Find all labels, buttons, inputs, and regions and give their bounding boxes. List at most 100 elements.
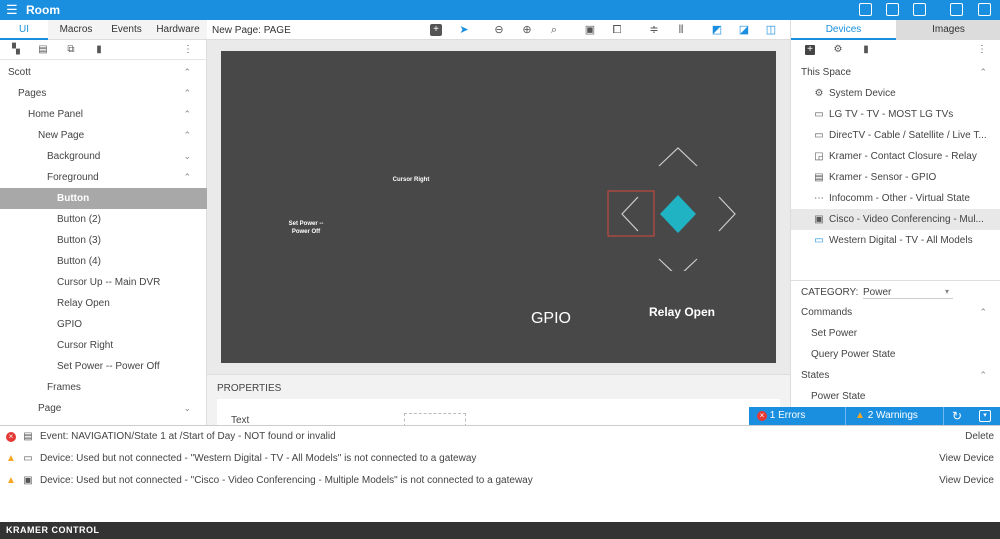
panel-icon[interactable]: ◫	[765, 24, 777, 36]
chevron-up-icon[interactable]: ⌃	[979, 365, 987, 386]
tree-item[interactable]: Background ⌄	[0, 146, 207, 167]
tree-item[interactable]: Pages ⌃	[0, 83, 207, 104]
device-item[interactable]: ◲ Kramer - Contact Closure - Relay	[791, 146, 1000, 167]
set-power-label-2[interactable]: Power Off	[271, 229, 341, 235]
trash-icon[interactable]: ▮	[861, 45, 871, 55]
save-icon[interactable]	[978, 3, 991, 16]
tree-item[interactable]: Scott ⌃	[0, 62, 207, 83]
more-icon[interactable]: ⋮	[977, 45, 987, 55]
tree-item[interactable]: Home Panel ⌃	[0, 104, 207, 125]
chevron-up-icon[interactable]: ⌃	[183, 83, 191, 104]
refresh-icon[interactable]: ↻	[952, 410, 962, 422]
device-module-icon[interactable]: ⚙	[833, 45, 843, 55]
this-space-header[interactable]: This Space ⌃	[791, 62, 1000, 83]
align-icon[interactable]: ▣	[584, 24, 596, 36]
command-set-power[interactable]: Set Power	[811, 323, 857, 344]
align-vertical-icon[interactable]: ⫴	[675, 24, 687, 36]
gpio-button[interactable]: GPIO	[521, 310, 581, 328]
chevron-down-icon[interactable]: ⌄	[183, 146, 191, 167]
tree-item[interactable]: Cursor Up -- Main DVR	[0, 272, 207, 293]
divider	[791, 280, 1000, 281]
tree-item[interactable]: Button (2)	[0, 209, 207, 230]
device-item[interactable]: ▭ DirecTV - Cable / Satellite / Live T...	[791, 125, 1000, 146]
trash-icon[interactable]: ▮	[94, 45, 104, 55]
layout-left-icon[interactable]	[859, 3, 872, 16]
monitor-icon: ▭	[23, 453, 33, 464]
tab-hardware[interactable]: Hardware	[149, 20, 207, 40]
relay-open-button[interactable]: Relay Open	[641, 305, 723, 319]
chevron-up-icon[interactable]: ⌃	[979, 302, 987, 323]
chevron-up-icon[interactable]: ⌃	[979, 62, 987, 83]
tree-item[interactable]: Cursor Right	[0, 335, 207, 356]
category-select[interactable]: Power ▾	[863, 287, 953, 299]
view-device-link[interactable]: View Device	[939, 448, 994, 470]
cursor-right-button[interactable]	[718, 196, 736, 232]
chevron-up-icon[interactable]: ⌃	[183, 62, 191, 83]
cursor-left-button[interactable]	[621, 196, 639, 232]
warnings-badge[interactable]: ▲ 2 Warnings	[855, 410, 918, 422]
dashboard-icon[interactable]: ▚	[11, 45, 21, 55]
state-power-state[interactable]: Power State	[811, 386, 865, 407]
bring-front-icon[interactable]: ◩	[711, 24, 723, 36]
tree-item[interactable]: Foreground ⌃	[0, 167, 207, 188]
cursor-right-label[interactable]: Cursor Right	[381, 177, 441, 183]
device-item[interactable]: ▣ Cisco - Video Conferencing - Mul...	[791, 209, 1000, 230]
tree-item[interactable]: Set Power -- Power Off	[0, 356, 207, 377]
dpad-control[interactable]	[601, 141, 751, 271]
tree-item[interactable]: New Page ⌃	[0, 125, 207, 146]
add-icon[interactable]: +	[430, 24, 442, 36]
delete-link[interactable]: Delete	[965, 426, 994, 448]
tree-item[interactable]: Frames	[0, 377, 207, 398]
tree-item[interactable]: Button (3)	[0, 230, 207, 251]
cursor-down-button[interactable]	[658, 258, 698, 271]
errors-badge[interactable]: × 1 Errors	[757, 410, 805, 422]
device-label: DirecTV - Cable / Satellite / Live T...	[829, 130, 987, 141]
tab-macros[interactable]: Macros	[48, 20, 104, 40]
tree-item[interactable]: Relay Open	[0, 293, 207, 314]
tree-item[interactable]: Button	[0, 188, 207, 209]
device-item[interactable]: ▭ LG TV - TV - MOST LG TVs	[791, 104, 1000, 125]
page-canvas[interactable]: Cursor Right Set Power -- Power Off GPIO…	[221, 51, 776, 363]
tab-devices[interactable]: Devices	[791, 20, 896, 40]
document-icon[interactable]: ▤	[38, 45, 48, 55]
ok-button[interactable]	[660, 195, 696, 233]
footer: KRAMER CONTROL	[0, 522, 1000, 539]
layout-right-icon[interactable]	[913, 3, 926, 16]
menu-icon[interactable]: ☰	[6, 2, 18, 17]
zoom-fit-icon[interactable]: ⌕	[548, 24, 560, 36]
device-item[interactable]: ▤ Kramer - Sensor - GPIO	[791, 167, 1000, 188]
copy-icon[interactable]: ⧉	[66, 45, 76, 55]
send-back-icon[interactable]: ◪	[738, 24, 750, 36]
pointer-icon[interactable]: ➤	[458, 24, 470, 36]
tab-events[interactable]: Events	[104, 20, 149, 40]
chevron-up-icon[interactable]: ⌃	[183, 125, 191, 146]
upload-icon[interactable]	[950, 3, 963, 16]
tab-ui[interactable]: UI	[0, 20, 48, 40]
align-horizontal-icon[interactable]: ≑	[648, 24, 660, 36]
layout-bottom-icon[interactable]	[886, 3, 899, 16]
tree-item[interactable]: Button (4)	[0, 251, 207, 272]
tree-item[interactable]: Page ⌄	[0, 398, 207, 419]
more-icon[interactable]: ⋮	[183, 45, 193, 55]
states-header[interactable]: States ⌃	[791, 365, 1000, 386]
set-power-label[interactable]: Set Power --	[271, 221, 341, 227]
device-item[interactable]: ▭ Western Digital - TV - All Models	[791, 230, 1000, 251]
zoom-out-icon[interactable]: ⊖	[493, 24, 505, 36]
add-device-icon[interactable]: +	[805, 45, 815, 55]
tab-images[interactable]: Images	[896, 20, 1000, 40]
tree-item-label: Button	[57, 193, 90, 204]
device-item[interactable]: ⋯ Infocomm - Other - Virtual State	[791, 188, 1000, 209]
chevron-down-icon[interactable]: ⌄	[183, 398, 191, 419]
collapse-icon[interactable]: ▾	[979, 410, 991, 422]
chevron-up-icon[interactable]: ⌃	[183, 167, 191, 188]
chevron-up-icon[interactable]: ⌃	[183, 104, 191, 125]
device-item[interactable]: ⚙ System Device	[791, 83, 1000, 104]
command-query-power-state[interactable]: Query Power State	[811, 344, 895, 365]
device-label: Western Digital - TV - All Models	[829, 235, 973, 246]
commands-header[interactable]: Commands ⌃	[791, 302, 1000, 323]
view-device-link[interactable]: View Device	[939, 470, 994, 492]
cursor-up-button[interactable]	[658, 147, 698, 167]
tree-item[interactable]: GPIO	[0, 314, 207, 335]
zoom-in-icon[interactable]: ⊕	[521, 24, 533, 36]
resize-icon[interactable]: ⧠	[611, 24, 623, 36]
